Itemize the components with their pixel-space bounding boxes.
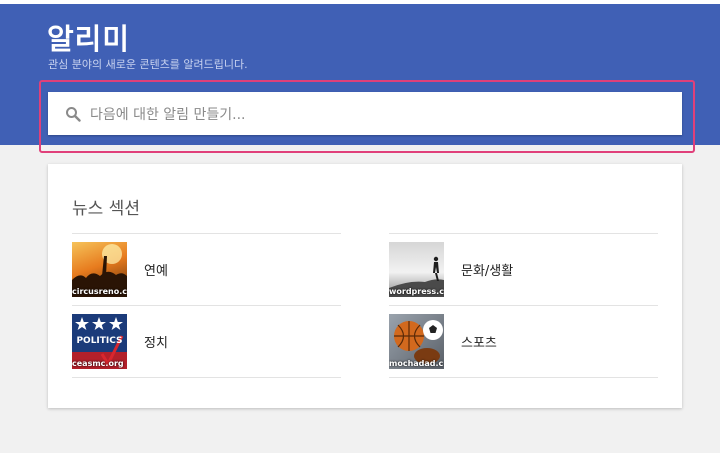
topic-label: 정치: [144, 336, 168, 351]
news-section-card: 뉴스 섹션 circusreno.c 연예 wordpress.c 문화/생활: [48, 164, 682, 408]
topic-entertainment[interactable]: circusreno.c 연예: [72, 233, 341, 305]
topic-label: 연예: [144, 264, 168, 279]
thumbnail-caption: wordpress.c: [389, 287, 444, 296]
thumbnail-culture: wordpress.c: [389, 242, 444, 297]
topic-politics[interactable]: POLITICS ceasmc.org 정치: [72, 305, 341, 378]
search-highlight-frame: [39, 80, 695, 153]
topic-label: 문화/생활: [461, 264, 514, 279]
thumbnail-caption: ceasmc.org: [72, 359, 124, 368]
thumbnail-sports: mochadad.c: [389, 314, 444, 369]
topic-label: 스포츠: [461, 336, 497, 351]
app-title: 알리미: [47, 22, 131, 56]
app-subtitle: 관심 분야의 새로운 콘텐츠를 알려드립니다.: [48, 58, 248, 71]
thumbnail-title: POLITICS: [76, 336, 123, 346]
thumbnail-caption: circusreno.c: [72, 287, 127, 296]
thumbnail-politics: POLITICS ceasmc.org: [72, 314, 127, 369]
topic-culture[interactable]: wordpress.c 문화/생활: [389, 233, 658, 305]
topic-sports[interactable]: mochadad.c 스포츠: [389, 305, 658, 378]
section-title: 뉴스 섹션: [72, 199, 140, 219]
thumbnail-caption: mochadad.c: [389, 359, 444, 368]
thumbnail-entertainment: circusreno.c: [72, 242, 127, 297]
